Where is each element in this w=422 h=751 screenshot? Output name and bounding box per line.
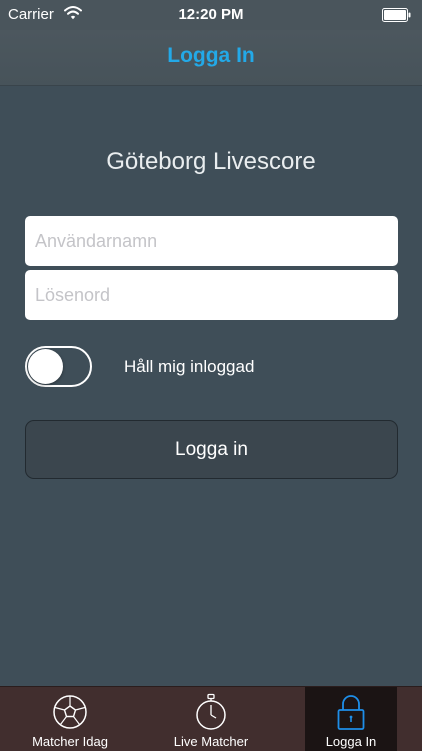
stopwatch-icon [192, 693, 230, 731]
tab-bar: Matcher Idag Live Matcher Logga In [0, 686, 422, 751]
status-bar: Carrier 12:20 PM [0, 0, 422, 30]
lock-icon [332, 693, 370, 731]
tab-matcher-idag[interactable]: Matcher Idag [0, 687, 140, 751]
tab-label: Live Matcher [173, 734, 249, 749]
remember-me-label: Håll mig inloggad [124, 357, 255, 376]
navigation-bar: Logga In [0, 30, 422, 86]
soccer-ball-icon [51, 693, 89, 731]
tab-label: Matcher Idag [32, 734, 108, 749]
app-title: Göteborg Livescore [106, 148, 316, 175]
remember-me-toggle[interactable] [25, 346, 92, 387]
tab-live-matcher[interactable]: Live Matcher [140, 687, 282, 751]
login-button[interactable]: Logga in [25, 420, 398, 479]
battery-icon [382, 8, 412, 26]
toggle-knob [28, 349, 63, 384]
tab-label: Logga In [325, 734, 377, 749]
password-input[interactable] [25, 270, 398, 320]
clock-time: 12:20 PM [178, 6, 244, 23]
tab-logga-in[interactable]: Logga In [305, 687, 397, 751]
username-input[interactable] [25, 216, 398, 266]
nav-title: Logga In [167, 44, 255, 67]
